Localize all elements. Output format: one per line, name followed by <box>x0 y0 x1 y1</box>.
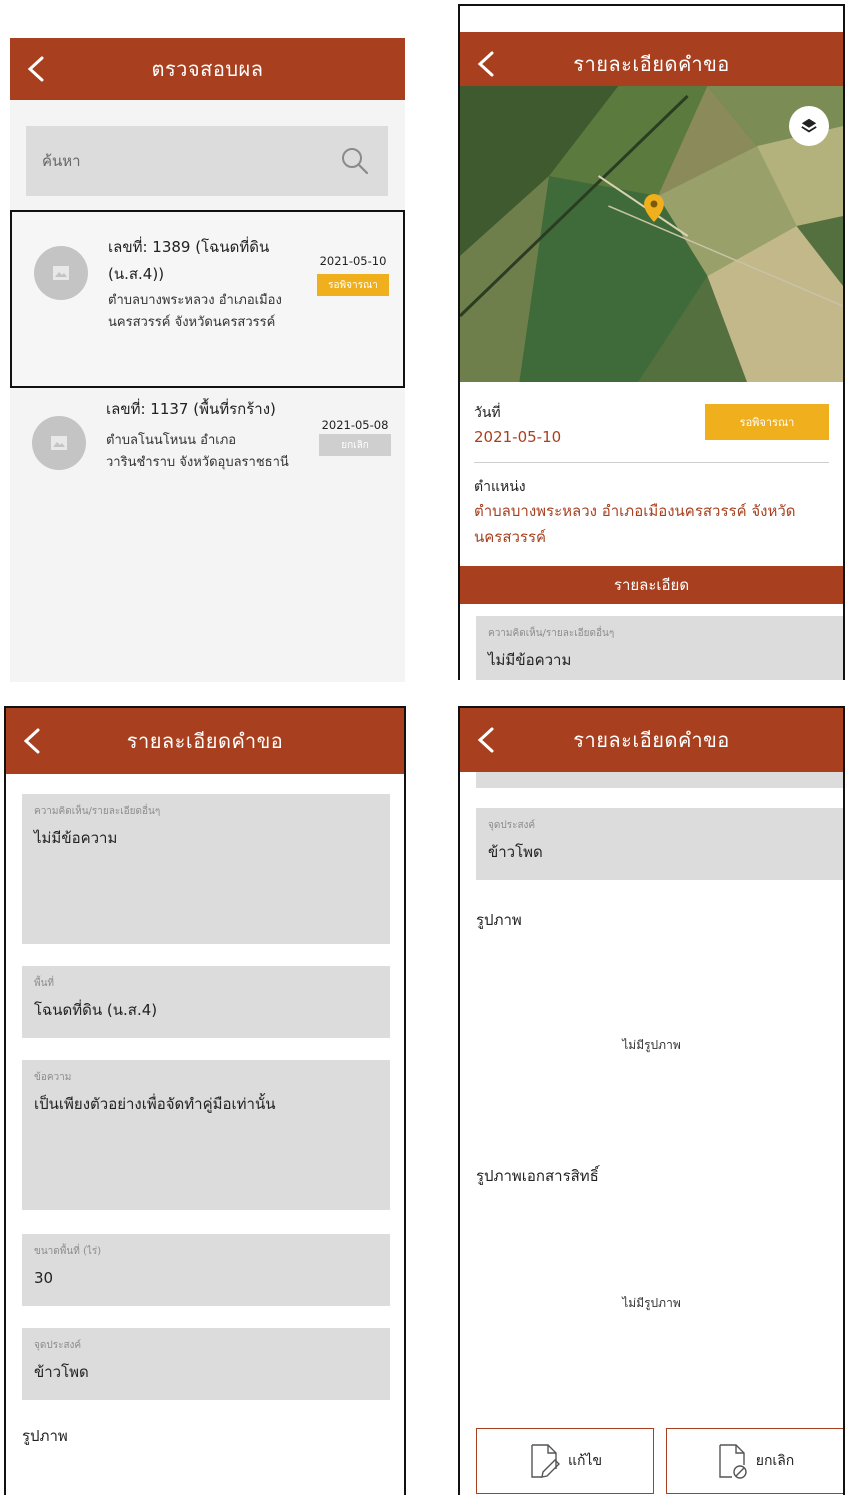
section-header: รายละเอียด <box>460 566 843 604</box>
divider <box>474 462 829 463</box>
field-label: จุดประสงค์ <box>488 820 536 831</box>
search-bar[interactable] <box>26 126 388 196</box>
chevron-left-icon <box>27 56 44 82</box>
back-button[interactable] <box>474 49 500 79</box>
satellite-map[interactable] <box>460 86 843 382</box>
page-title: รายละเอียดคำขอ <box>126 729 284 753</box>
cancel-button[interactable]: ยกเลิก <box>666 1428 843 1494</box>
back-button[interactable] <box>20 726 46 756</box>
field-value: ไม่มีข้อความ <box>34 829 118 847</box>
detail-screen: รายละเอียดคำขอ วันที่ 2021-05-10 รอพิจาร… <box>458 4 845 680</box>
no-photos-text: ไม่มีรูปภาพ <box>622 1038 681 1052</box>
avatar <box>32 416 86 470</box>
date-value: 2021-05-10 <box>474 428 562 446</box>
field-value: ข้าวโพด <box>34 1363 89 1381</box>
item-date: 2021-05-08 <box>321 418 389 432</box>
image-placeholder-icon <box>51 436 67 450</box>
page-title: ตรวจสอบผล <box>151 57 264 81</box>
area-size-field: ขนาดพื้นที่ (ไร่) 30 <box>22 1234 390 1306</box>
comment-field: ความคิดเห็น/รายละเอียดอื่นๆ ไม่มีข้อความ <box>476 616 843 680</box>
comment-field: ความคิดเห็น/รายละเอียดอื่นๆ ไม่มีข้อความ <box>22 794 390 944</box>
app-bar: ตรวจสอบผล <box>10 38 405 100</box>
chevron-left-icon <box>23 728 40 754</box>
field-label: ข้อความ <box>34 1072 72 1083</box>
cancel-document-icon <box>719 1444 747 1479</box>
comment-value: ไม่มีข้อความ <box>488 651 572 669</box>
photos-label: รูปภาพ <box>22 1427 68 1445</box>
edit-button-label: แก้ไข <box>567 1453 603 1469</box>
no-document-photos-text: ไม่มีรูปภาพ <box>622 1296 681 1310</box>
purpose-field: จุดประสงค์ ข้าวโพด <box>22 1328 390 1400</box>
cancel-button-label: ยกเลิก <box>755 1453 795 1469</box>
avatar <box>34 246 88 300</box>
area-type-field: พื้นที่ โฉนดที่ดิน (น.ส.4) <box>22 966 390 1038</box>
app-bar: รายละเอียดคำขอ <box>6 708 404 774</box>
list-item[interactable]: เลขที่: 1389 (โฉนดที่ดิน (น.ส.4)) ตำบลบา… <box>10 210 405 388</box>
page-title: รายละเอียดคำขอ <box>573 52 730 76</box>
map-imagery <box>460 86 843 382</box>
message-field: ข้อความ เป็นเพียงตัวอย่างเพื่อจัดทำคู่มื… <box>22 1060 390 1210</box>
field-value: เป็นเพียงตัวอย่างเพื่อจัดทำคู่มือเท่านั้… <box>34 1095 276 1113</box>
field-value: ข้าวโพด <box>488 843 543 861</box>
back-button[interactable] <box>474 725 500 755</box>
field-label: พื้นที่ <box>34 978 55 989</box>
field-label: จุดประสงค์ <box>34 1340 82 1351</box>
back-button[interactable] <box>24 54 50 84</box>
item-title: เลขที่: 1389 (โฉนดที่ดิน (น.ส.4)) <box>108 238 270 283</box>
photos-label: รูปภาพ <box>476 911 522 929</box>
field-value: 30 <box>34 1269 54 1287</box>
chevron-left-icon <box>477 51 494 77</box>
image-placeholder-icon <box>53 266 69 280</box>
layers-button[interactable] <box>789 106 829 146</box>
edit-button[interactable]: แก้ไข <box>476 1428 654 1494</box>
previous-field-edge <box>476 772 843 788</box>
date-label: วันที่ <box>474 405 501 421</box>
list-screen: ตรวจสอบผล เลขที่: 1389 (โฉนดที่ดิน (น.ส.… <box>10 38 405 682</box>
search-input[interactable] <box>42 152 342 170</box>
status-badge: รอพิจารณา <box>317 274 389 296</box>
purpose-field: จุดประสงค์ ข้าวโพด <box>476 808 843 880</box>
search-icon[interactable] <box>340 146 370 176</box>
layers-icon <box>801 118 817 133</box>
document-photos-label: รูปภาพเอกสารสิทธิ์ <box>476 1167 599 1185</box>
detail-screen-actions: รายละเอียดคำขอ จุดประสงค์ ข้าวโพด รูปภาพ… <box>458 706 845 1495</box>
status-badge: ยกเลิก <box>319 434 391 456</box>
position-value: ตำบลบางพระหลวง อำเภอเมืองนครสวรรค์ จังหว… <box>474 502 796 546</box>
detail-screen-fields: รายละเอียดคำขอ ความคิดเห็น/รายละเอียดอื่… <box>4 706 406 1495</box>
status-badge: รอพิจารณา <box>705 404 829 440</box>
item-date: 2021-05-10 <box>319 254 387 268</box>
field-label: ความคิดเห็น/รายละเอียดอื่นๆ <box>34 806 161 817</box>
chevron-left-icon <box>477 727 494 753</box>
page-title: รายละเอียดคำขอ <box>573 728 730 752</box>
position-label: ตำแหน่ง <box>474 479 526 495</box>
list-item[interactable]: เลขที่: 1137 (พื้นที่รกร้าง) ตำบลโนนโหนน… <box>10 390 405 516</box>
field-value: โฉนดที่ดิน (น.ส.4) <box>34 1001 158 1019</box>
app-bar: รายละเอียดคำขอ <box>460 708 843 772</box>
edit-document-icon <box>531 1444 560 1478</box>
item-location: ตำบลโนนโหนน อำเภอวารินชำราบ จังหวัดอุบลร… <box>106 433 289 470</box>
comment-label: ความคิดเห็น/รายละเอียดอื่นๆ <box>488 628 615 639</box>
item-location: ตำบลบางพระหลวง อำเภอเมืองนครสวรรค์ จังหว… <box>108 293 282 330</box>
field-label: ขนาดพื้นที่ (ไร่) <box>34 1246 102 1257</box>
item-title: เลขที่: 1137 (พื้นที่รกร้าง) <box>106 400 276 418</box>
